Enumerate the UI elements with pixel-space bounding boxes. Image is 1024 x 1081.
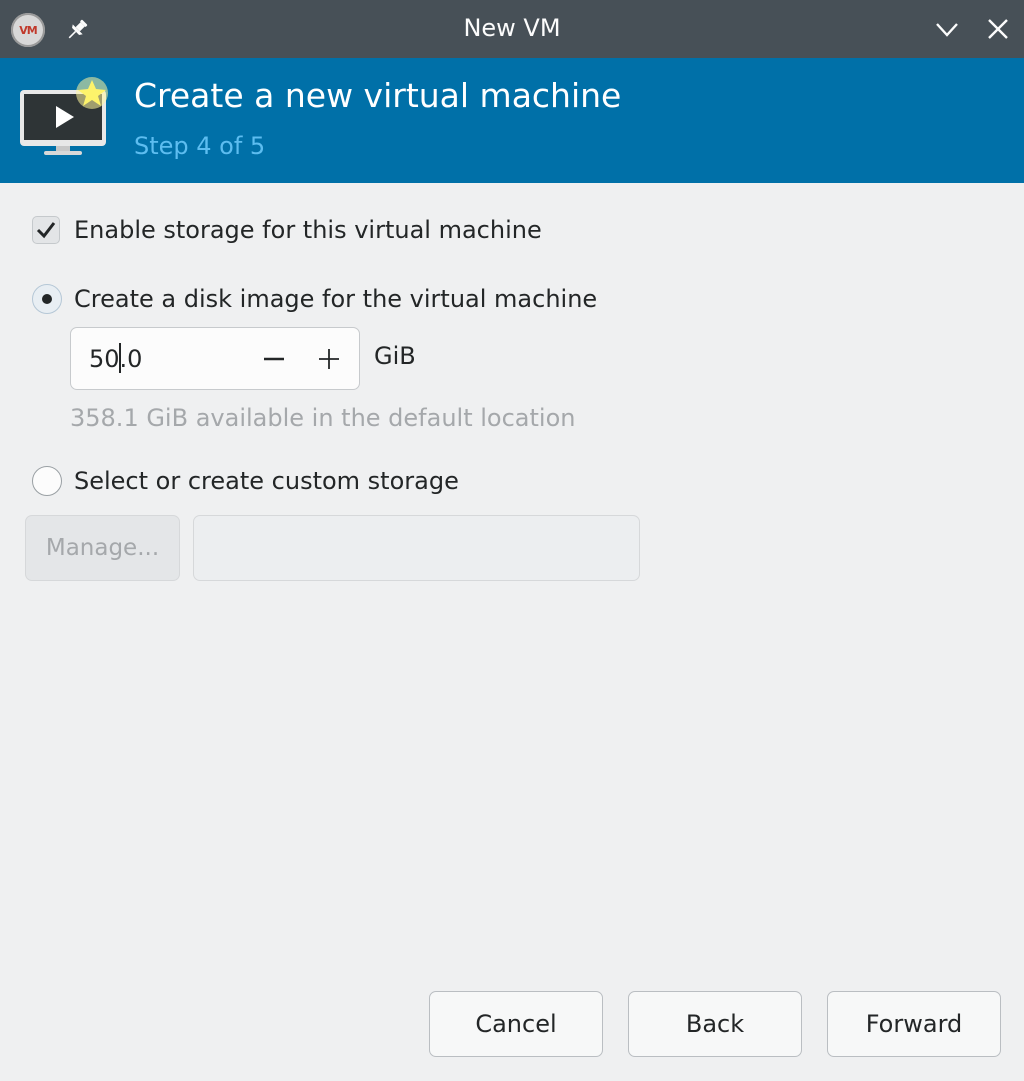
wizard-header: Create a new virtual machine Step 4 of 5 (0, 58, 1024, 183)
create-disk-label[interactable]: Create a disk image for the virtual mach… (74, 285, 597, 313)
wizard-title: Create a new virtual machine (134, 76, 622, 115)
enable-storage-checkbox[interactable]: Enable storage for this virtual machine (32, 216, 542, 244)
custom-storage-label[interactable]: Select or create custom storage (74, 467, 459, 495)
custom-storage-radio[interactable]: Select or create custom storage (32, 466, 459, 496)
minimize-chevron-icon[interactable] (932, 14, 962, 44)
new-vm-dialog: VM New VM Create a new virtual machine S… (0, 0, 1024, 1081)
forward-button[interactable]: Forward (827, 991, 1001, 1057)
disk-size-unit: GiB (374, 342, 416, 370)
title-bar: VM New VM (0, 0, 1024, 58)
window-title: New VM (463, 14, 561, 42)
radio-selected-icon[interactable] (32, 284, 62, 314)
available-space-text: 358.1 GiB available in the default locat… (70, 404, 576, 432)
new-vm-monitor-icon (20, 77, 108, 155)
disk-size-spinbox[interactable]: 50.0 (70, 327, 360, 390)
back-button[interactable]: Back (628, 991, 802, 1057)
plus-icon[interactable] (314, 344, 344, 374)
checkbox-checked-icon[interactable] (32, 216, 60, 244)
close-icon[interactable] (983, 14, 1013, 44)
wizard-step: Step 4 of 5 (134, 132, 266, 160)
enable-storage-label[interactable]: Enable storage for this virtual machine (74, 216, 542, 244)
manage-button[interactable]: Manage... (25, 515, 180, 581)
cancel-button[interactable]: Cancel (429, 991, 603, 1057)
disk-size-value-after-caret: .0 (119, 345, 143, 373)
radio-unselected-icon[interactable] (32, 466, 62, 496)
minus-icon[interactable] (259, 344, 289, 374)
create-disk-radio[interactable]: Create a disk image for the virtual mach… (32, 284, 597, 314)
disk-size-value-before-caret: 50 (89, 345, 120, 373)
custom-storage-path-field[interactable] (193, 515, 640, 581)
radio-dot (42, 294, 52, 304)
disk-size-value[interactable]: 50.0 (89, 343, 142, 373)
